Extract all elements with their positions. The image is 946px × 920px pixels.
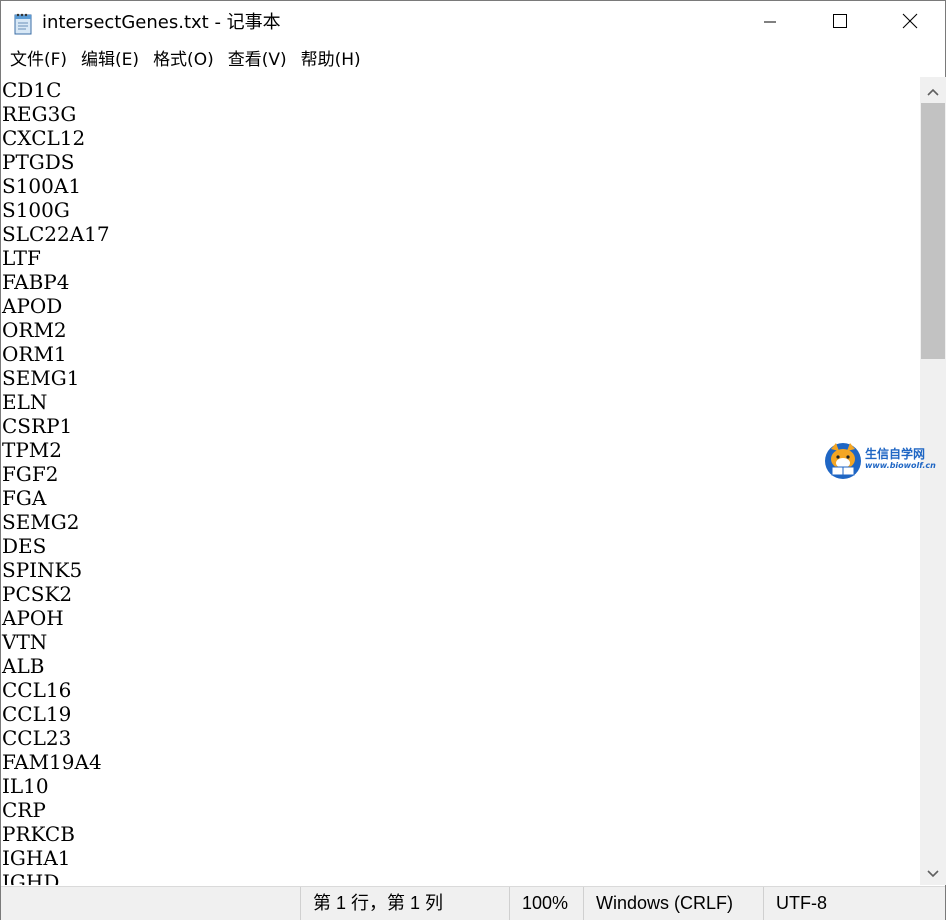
text-line[interactable]: S100G (2, 198, 110, 222)
maximize-button[interactable] (805, 1, 875, 45)
scroll-down-button[interactable] (920, 859, 946, 885)
watermark-logo: 生信自学网 www.biowolf.cn (823, 439, 946, 483)
text-line[interactable]: CCL23 (2, 726, 110, 750)
status-cursor-position: 第 1 行，第 1 列 (300, 887, 443, 920)
text-line[interactable]: CCL16 (2, 678, 110, 702)
text-line[interactable]: SLC22A17 (2, 222, 110, 246)
text-editor[interactable]: CD1C REG3G CXCL12 PTGDS S100A1 S100G SLC22A17 L… (1, 77, 920, 885)
chevron-down-icon (927, 863, 939, 882)
text-line[interactable]: CCL19 (2, 702, 110, 726)
menu-format[interactable]: 格式(O) (146, 45, 221, 75)
status-encoding: UTF-8 (763, 887, 827, 920)
text-line[interactable]: FAM19A4 (2, 750, 110, 774)
text-line[interactable]: ELN (2, 390, 110, 414)
status-bar: 第 1 行，第 1 列 100% Windows (CRLF) UTF-8 (1, 886, 945, 920)
text-line[interactable]: LTF (2, 246, 110, 270)
editor-content[interactable]: CD1C REG3G CXCL12 PTGDS S100A1 S100G SLC22A17 L… (2, 78, 110, 885)
watermark-title: 生信自学网 (865, 447, 926, 461)
menu-help[interactable]: 帮助(H) (294, 45, 368, 75)
text-line[interactable]: FGA (2, 486, 110, 510)
menu-bar: 文件(F) 编辑(E) 格式(O) 查看(V) 帮助(H) (1, 45, 945, 75)
text-line[interactable]: IL10 (2, 774, 110, 798)
notepad-icon (13, 12, 35, 36)
title-bar[interactable]: intersectGenes.txt - 记事本 (1, 1, 945, 45)
menu-file[interactable]: 文件(F) (3, 45, 74, 75)
text-line[interactable]: FABP4 (2, 270, 110, 294)
text-line[interactable]: FGF2 (2, 462, 110, 486)
text-line[interactable]: DES (2, 534, 110, 558)
close-icon (902, 13, 918, 33)
text-line[interactable]: REG3G (2, 102, 110, 126)
minimize-icon (763, 14, 777, 33)
text-line[interactable]: APOH (2, 606, 110, 630)
window-title: intersectGenes.txt - 记事本 (42, 12, 281, 33)
text-line[interactable]: IGHA1 (2, 846, 110, 870)
minimize-button[interactable] (735, 1, 805, 45)
text-line[interactable]: VTN (2, 630, 110, 654)
text-line[interactable]: APOD (2, 294, 110, 318)
text-line[interactable]: ALB (2, 654, 110, 678)
chevron-up-icon (927, 81, 939, 100)
close-button[interactable] (875, 1, 945, 45)
text-line[interactable]: S100A1 (2, 174, 110, 198)
scroll-thumb[interactable] (921, 103, 945, 359)
text-line[interactable]: SPINK5 (2, 558, 110, 582)
text-line[interactable]: PRKCB (2, 822, 110, 846)
watermark-url: www.biowolf.cn (865, 461, 936, 470)
text-line[interactable]: SEMG2 (2, 510, 110, 534)
text-line[interactable]: ORM1 (2, 342, 110, 366)
text-line[interactable]: PCSK2 (2, 582, 110, 606)
text-line[interactable]: CD1C (2, 78, 110, 102)
text-line[interactable]: SEMG1 (2, 366, 110, 390)
text-line[interactable]: CRP (2, 798, 110, 822)
scroll-up-button[interactable] (920, 77, 946, 103)
text-line[interactable]: CSRP1 (2, 414, 110, 438)
status-line-ending: Windows (CRLF) (583, 887, 733, 920)
maximize-icon (832, 13, 848, 33)
text-line[interactable]: PTGDS (2, 150, 110, 174)
text-line[interactable]: IGHD (2, 870, 110, 885)
status-zoom: 100% (509, 887, 568, 920)
text-line[interactable]: ORM2 (2, 318, 110, 342)
menu-view[interactable]: 查看(V) (221, 45, 294, 75)
menu-edit[interactable]: 编辑(E) (74, 45, 146, 75)
text-line[interactable]: CXCL12 (2, 126, 110, 150)
text-line[interactable]: TPM2 (2, 438, 110, 462)
notepad-window: intersectGenes.txt - 记事本 文件(F) 编辑(E) 格式(… (0, 0, 946, 920)
